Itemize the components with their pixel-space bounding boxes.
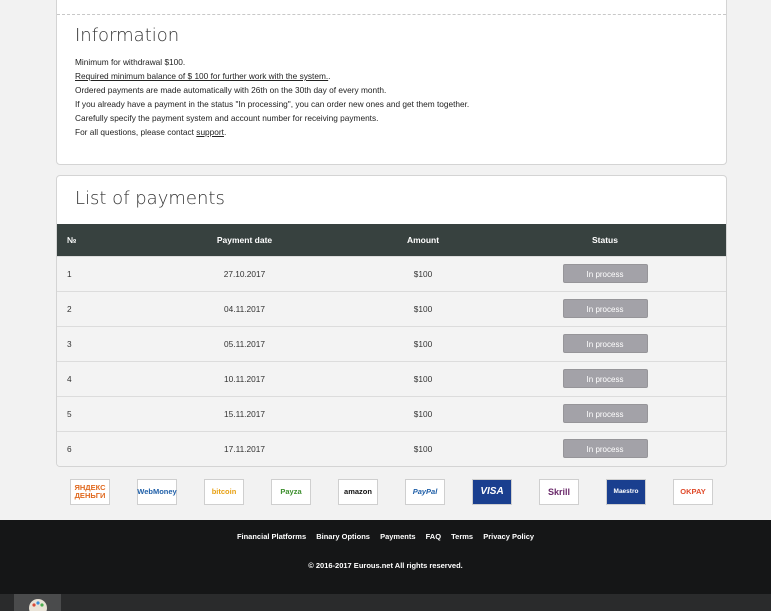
- footer-link-terms[interactable]: Terms: [451, 532, 473, 541]
- info-line: If you already have a payment in the sta…: [75, 99, 470, 109]
- bottom-bar: [0, 594, 771, 611]
- footer-link-payments[interactable]: Payments: [380, 532, 415, 541]
- information-text: Minimum for withdrawal $100. Required mi…: [75, 57, 470, 137]
- status-badge[interactable]: In process: [562, 439, 648, 459]
- payment-amount: $100: [413, 373, 433, 384]
- okpay-logo: OKPAY: [673, 479, 713, 505]
- payment-date: 04.11.2017: [224, 303, 265, 314]
- payment-number: 4: [67, 373, 72, 384]
- dashed-divider: [57, 14, 726, 15]
- table-row: 5 15.11.2017 $100 In process: [57, 396, 726, 431]
- palette-icon: [29, 599, 47, 611]
- payment-date: 10.11.2017: [224, 373, 265, 384]
- status-badge[interactable]: In process: [562, 404, 648, 423]
- payment-number: 5: [67, 408, 72, 419]
- status-badge[interactable]: In process: [562, 369, 648, 388]
- footer: Financial Platforms Binary Options Payme…: [0, 520, 771, 594]
- maestro-logo: Maestro: [606, 479, 646, 505]
- payment-number: 2: [67, 303, 72, 314]
- payment-amount: $100: [413, 268, 433, 279]
- payment-systems-strip: ЯНДЕКС ДЕНЬГИ WebMoney bitcoin Payza ama…: [70, 479, 714, 505]
- payments-table: № Payment date Amount Status 1 27.10.201…: [57, 224, 726, 466]
- copyright: © 2016-2017 Eurous.net All rights reserv…: [308, 561, 463, 570]
- payment-amount: $100: [413, 338, 433, 349]
- footer-link-binary-options[interactable]: Binary Options: [316, 532, 370, 541]
- table-row: 4 10.11.2017 $100 In process: [57, 361, 726, 396]
- info-line: Ordered payments are made automatically …: [75, 85, 387, 95]
- payza-logo: Payza: [271, 479, 311, 505]
- status-badge[interactable]: In process: [562, 299, 648, 318]
- info-line: For all questions, please contact: [75, 127, 197, 137]
- table-row: 6 17.11.2017 $100 In process: [57, 431, 726, 466]
- payment-date: 27.10.2017: [223, 268, 266, 279]
- column-header-date: Payment date: [216, 234, 273, 245]
- table-header-row: № Payment date Amount Status: [57, 224, 726, 256]
- footer-nav: Financial Platforms Binary Options Payme…: [0, 532, 771, 541]
- chat-widget-thumbnail[interactable]: [14, 594, 61, 611]
- webmoney-logo: WebMoney: [137, 479, 177, 505]
- information-title: Information: [75, 25, 180, 46]
- footer-link-faq[interactable]: FAQ: [426, 532, 441, 541]
- column-header-number: №: [67, 234, 77, 245]
- payment-number: 6: [67, 443, 72, 454]
- payment-date: 17.11.2017: [224, 443, 265, 454]
- payments-title: List of payments: [75, 188, 225, 209]
- payment-amount: $100: [413, 408, 433, 419]
- status-badge[interactable]: In process: [562, 334, 648, 353]
- bitcoin-logo: bitcoin: [204, 479, 244, 505]
- payment-date: 05.11.2017: [224, 338, 265, 349]
- visa-logo: VISA: [472, 479, 512, 505]
- payment-date: 15.11.2017: [224, 408, 265, 419]
- column-header-amount: Amount: [406, 234, 440, 245]
- amazon-logo: amazon: [338, 479, 378, 505]
- yandex-money-logo: ЯНДЕКС ДЕНЬГИ: [70, 479, 110, 505]
- info-line: Minimum for withdrawal $100.: [75, 57, 186, 67]
- status-badge[interactable]: In process: [562, 264, 648, 283]
- information-panel: Information Minimum for withdrawal $100.…: [56, 0, 727, 165]
- payments-panel: List of payments № Payment date Amount S…: [56, 175, 727, 467]
- table-row: 1 27.10.2017 $100 In process: [57, 256, 726, 291]
- payment-number: 3: [67, 338, 72, 349]
- payment-amount: $100: [413, 303, 433, 314]
- footer-link-financial-platforms[interactable]: Financial Platforms: [237, 532, 306, 541]
- payment-amount: $100: [413, 443, 433, 454]
- paypal-logo: PayPal: [405, 479, 445, 505]
- info-line: Carefully specify the payment system and…: [75, 113, 379, 123]
- info-line-link[interactable]: Required minimum balance of $ 100 for fu…: [75, 71, 328, 81]
- skrill-logo: Skrill: [539, 479, 579, 505]
- column-header-status: Status: [592, 234, 618, 245]
- table-row: 3 05.11.2017 $100 In process: [57, 326, 726, 361]
- footer-link-privacy-policy[interactable]: Privacy Policy: [483, 532, 534, 541]
- table-row: 2 04.11.2017 $100 In process: [57, 291, 726, 326]
- support-link[interactable]: support: [196, 127, 224, 137]
- payment-number: 1: [67, 268, 72, 279]
